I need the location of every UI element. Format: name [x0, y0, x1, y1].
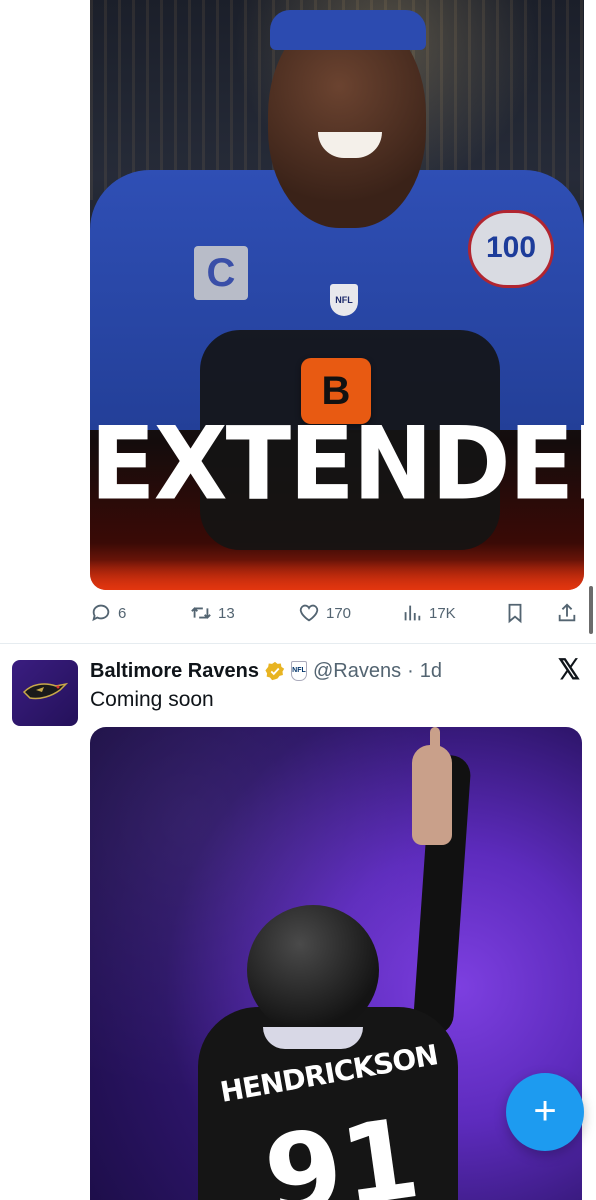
reply-button[interactable]: 6: [90, 598, 126, 628]
jersey-number: 91: [257, 1093, 427, 1200]
share-button[interactable]: [556, 598, 578, 628]
like-icon: [299, 604, 319, 622]
ravens-logo-icon: [22, 682, 68, 700]
views-button[interactable]: 17K: [401, 598, 456, 628]
tweet2-media-image[interactable]: HENDRICKSON 91: [90, 727, 582, 1200]
like-count: 170: [326, 604, 352, 622]
retweet-button[interactable]: 13: [190, 598, 235, 628]
pointing-finger: [430, 727, 440, 771]
player-helmet: [247, 905, 379, 1035]
reply-count: 6: [118, 604, 127, 622]
x-logo-icon: 𝕏: [557, 654, 581, 685]
bookmark-button[interactable]: [504, 598, 526, 628]
bottom-glow: [90, 560, 584, 590]
verified-badge-icon: [265, 661, 285, 681]
retweet-count: 13: [218, 604, 235, 622]
like-button[interactable]: 170: [298, 598, 351, 628]
views-count: 17K: [429, 604, 456, 622]
media-headline: EXTENDED: [90, 405, 584, 523]
bookmark-icon: [508, 603, 522, 624]
captain-patch: C: [194, 246, 248, 300]
avatar[interactable]: [12, 660, 78, 726]
tweet2-header: Baltimore Ravens NFL @Ravens · 1d: [90, 658, 442, 684]
views-icon: [404, 605, 421, 621]
share-icon: [558, 603, 576, 622]
scrollbar[interactable]: [589, 586, 593, 634]
nfl-affiliate-icon: NFL: [290, 661, 307, 681]
retweet-icon: [191, 607, 211, 619]
anniversary-badge: 100: [468, 210, 554, 288]
tweet1-media-image[interactable]: C NFL 100 B EXTENDED: [90, 0, 584, 590]
meta-separator: ·: [407, 659, 414, 682]
compose-button[interactable]: +: [506, 1073, 584, 1151]
tweet-divider: [0, 643, 596, 644]
tweet1-action-bar: 6 13 170 17K: [90, 598, 586, 628]
tweet-text: Coming soon: [90, 688, 214, 711]
nfl-shield-icon: NFL: [330, 284, 358, 316]
reply-icon: [92, 604, 110, 622]
jersey-collar: [263, 1027, 363, 1049]
player-headband: [270, 10, 426, 50]
author-handle[interactable]: @Ravens: [313, 660, 401, 683]
author-name[interactable]: Baltimore Ravens: [90, 660, 259, 683]
tweet-timestamp[interactable]: 1d: [420, 660, 442, 683]
